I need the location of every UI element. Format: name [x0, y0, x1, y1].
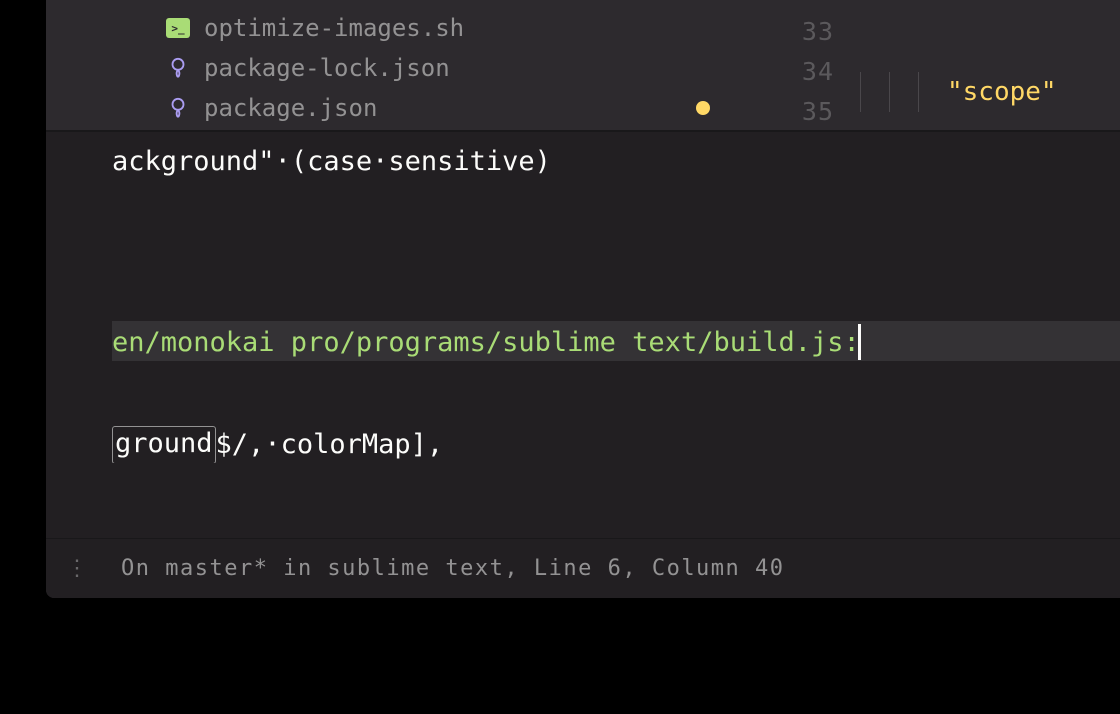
json-file-icon	[166, 98, 190, 118]
result-group: en/monokai pro/programs/sublime text/bui…	[112, 259, 1120, 525]
modified-indicator-icon	[696, 101, 710, 115]
line-number: 33	[738, 12, 834, 52]
shell-script-icon: >_	[166, 18, 190, 38]
code-partial[interactable]: "scope" "foregroun }]	[860, 0, 1120, 130]
line-number: 34	[738, 52, 834, 92]
editor-gutter-partial: 33 34 35 "scope" "foregroun }]	[738, 0, 1120, 130]
editor-window: >_ optimize-images.sh package-lock.json …	[46, 0, 1120, 598]
file-item-package-lock[interactable]: package-lock.json	[46, 48, 738, 88]
status-bar: ⋮ On master* in sublime text, Line 6, Co…	[46, 538, 1120, 598]
status-text: On master* in sublime text, Line 6, Colu…	[121, 556, 785, 581]
result-match-line[interactable]: ground$/,·colorMap],	[112, 423, 1120, 463]
top-area: >_ optimize-images.sh package-lock.json …	[46, 0, 1120, 130]
file-item-optimize-images[interactable]: >_ optimize-images.sh	[46, 8, 738, 48]
file-label: package.json	[204, 94, 377, 122]
text-cursor	[858, 324, 861, 360]
json-file-icon	[166, 58, 190, 78]
code-token: "scope"	[947, 77, 1057, 107]
file-label: optimize-images.sh	[204, 14, 464, 42]
search-query-header: ackground"·(case·sensitive)	[46, 132, 1120, 197]
file-item-package[interactable]: package.json	[46, 88, 738, 128]
line-numbers: 33 34 35	[738, 0, 860, 130]
find-results-panel: ackground"·(case·sensitive) en/monokai p…	[46, 130, 1120, 538]
search-results[interactable]: en/monokai pro/programs/sublime text/bui…	[46, 197, 1120, 538]
line-number: 35	[738, 92, 834, 132]
file-label: package-lock.json	[204, 54, 450, 82]
status-menu-icon[interactable]: ⋮	[66, 556, 91, 581]
result-file-path[interactable]: en/monokai pro/programs/sublime text/bui…	[112, 321, 1120, 361]
file-sidebar: >_ optimize-images.sh package-lock.json …	[46, 0, 738, 130]
match-highlight: ground	[112, 426, 216, 463]
